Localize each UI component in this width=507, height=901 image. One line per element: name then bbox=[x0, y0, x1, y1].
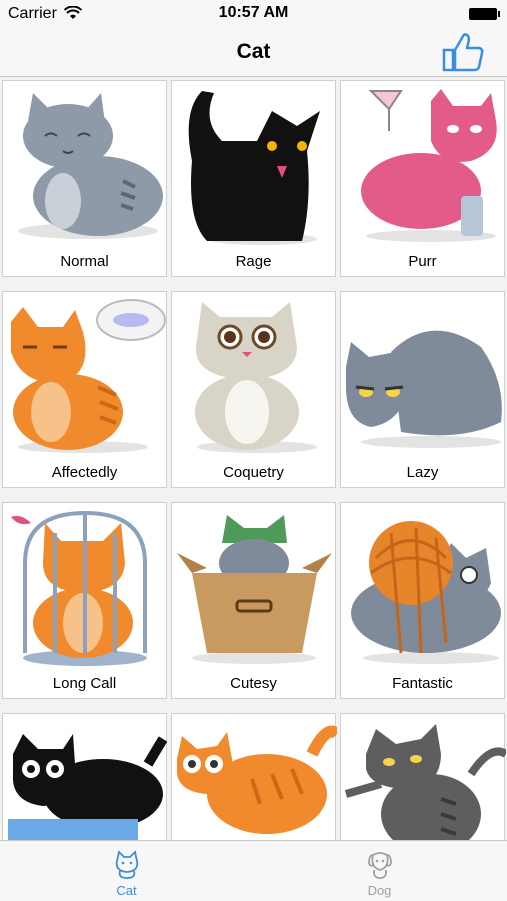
status-bar: Carrier 10:57 AM bbox=[0, 0, 507, 28]
sticker-card-rage[interactable]: Rage bbox=[171, 80, 336, 277]
orange-cat-icon bbox=[177, 725, 337, 834]
sticker-card-lazy[interactable]: Lazy bbox=[340, 291, 505, 488]
tab-label: Cat bbox=[116, 883, 137, 898]
grey-cat-icon bbox=[344, 724, 506, 840]
sticker-card-fantastic[interactable]: Fantastic bbox=[340, 502, 505, 699]
sticker-label: Coquetry bbox=[223, 464, 284, 481]
sticker-grid: Normal Rage Purr Affectedly Coquetry Laz… bbox=[0, 77, 507, 840]
page-title: Cat bbox=[236, 40, 271, 63]
sticker-label: Normal bbox=[60, 253, 109, 270]
sticker-label: Affectedly bbox=[51, 464, 118, 481]
sticker-card-long-call[interactable]: Long Call bbox=[2, 502, 167, 699]
tab-bar: Cat Dog bbox=[0, 840, 507, 901]
sticker-label: Cutesy bbox=[230, 675, 277, 692]
tab-label: Dog bbox=[367, 883, 392, 898]
thumbs-up-icon[interactable] bbox=[441, 30, 485, 74]
battery-icon bbox=[469, 8, 500, 20]
sticker-card-normal[interactable]: Normal bbox=[2, 80, 167, 277]
sticker-card[interactable] bbox=[340, 713, 506, 840]
long-call-cat-icon bbox=[11, 510, 147, 666]
sticker-label: Fantastic bbox=[392, 675, 453, 692]
rage-cat-icon bbox=[188, 91, 320, 245]
sticker-card[interactable] bbox=[2, 713, 168, 840]
lazy-cat-icon bbox=[346, 330, 502, 448]
sticker-card-purr[interactable]: Purr bbox=[340, 80, 505, 277]
affectedly-cat-icon bbox=[11, 299, 166, 453]
tab-dog[interactable]: Dog bbox=[253, 841, 506, 901]
sticker-label: Long Call bbox=[52, 675, 117, 692]
cutesy-cat-icon bbox=[177, 515, 332, 664]
navigation-bar: Cat bbox=[0, 28, 507, 77]
box-cat-icon bbox=[8, 734, 168, 840]
sticker-label: Purr bbox=[408, 253, 437, 270]
sticker-card[interactable] bbox=[171, 713, 337, 840]
dog-icon bbox=[368, 852, 392, 879]
sticker-label: Lazy bbox=[406, 464, 439, 481]
purr-cat-icon bbox=[361, 89, 497, 242]
sticker-card-coquetry[interactable]: Coquetry bbox=[171, 291, 336, 488]
normal-cat-icon bbox=[18, 93, 163, 239]
sticker-label: Rage bbox=[235, 253, 272, 270]
sticker-card-affectedly[interactable]: Affectedly bbox=[2, 291, 167, 488]
tab-cat[interactable]: Cat bbox=[0, 841, 253, 901]
sticker-card-cutesy[interactable]: Cutesy bbox=[171, 502, 336, 699]
coquetry-cat-icon bbox=[195, 302, 317, 453]
cat-icon bbox=[115, 850, 139, 879]
fantastic-cat-icon bbox=[351, 521, 501, 664]
clock: 10:57 AM bbox=[218, 4, 289, 21]
